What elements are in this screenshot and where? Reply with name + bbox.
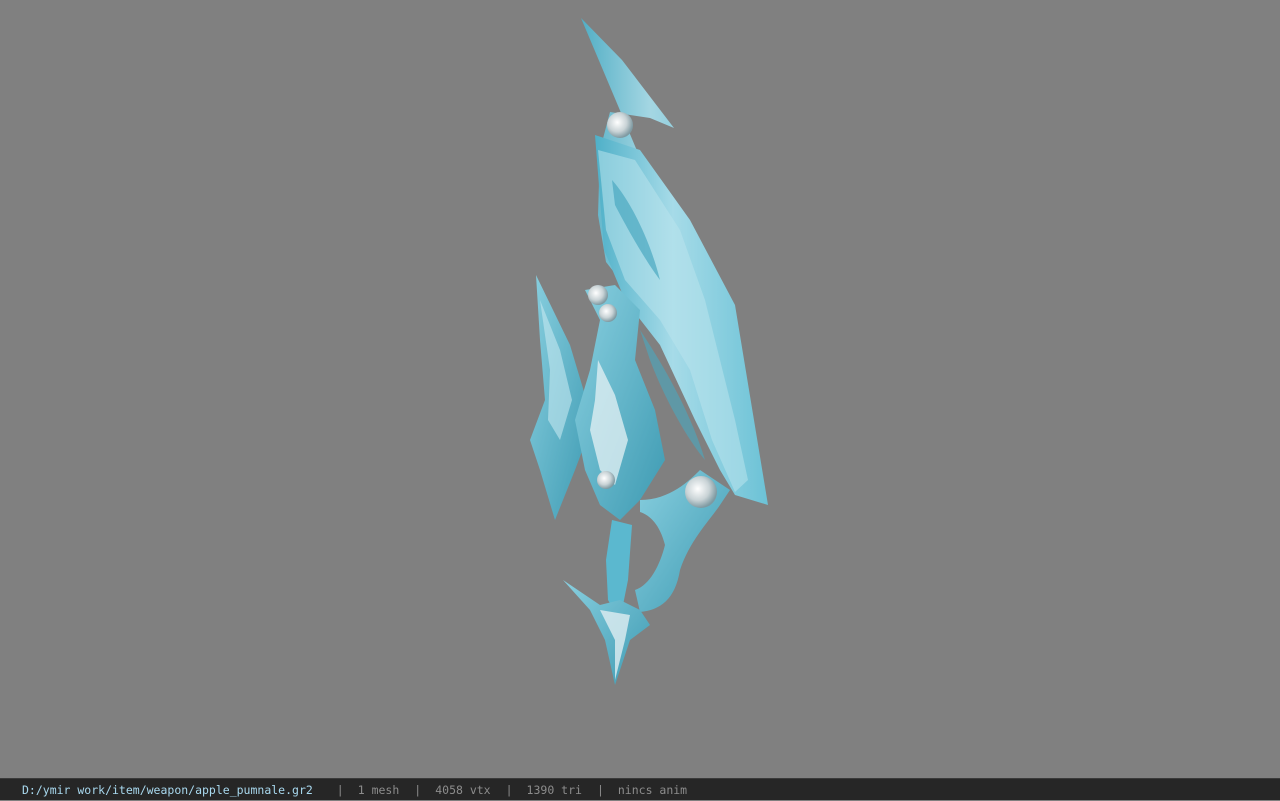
vertex-count: 4058 vtx xyxy=(435,782,491,797)
separator: | xyxy=(336,782,344,797)
triangle-count: 1390 tri xyxy=(526,782,582,797)
mesh-count: 1 mesh xyxy=(357,782,400,797)
separator: | xyxy=(414,782,422,797)
left-spike xyxy=(530,275,590,520)
crystal-dagger-model[interactable] xyxy=(0,0,1280,778)
model-viewport[interactable] xyxy=(0,0,1280,778)
separator: | xyxy=(596,782,604,797)
file-path: D:/ymir work/item/weapon/apple_pumnale.g… xyxy=(22,782,313,797)
separator: | xyxy=(505,782,513,797)
status-bar: D:/ymir work/item/weapon/apple_pumnale.g… xyxy=(0,778,1280,800)
animation-status: nincs anim xyxy=(617,782,688,797)
